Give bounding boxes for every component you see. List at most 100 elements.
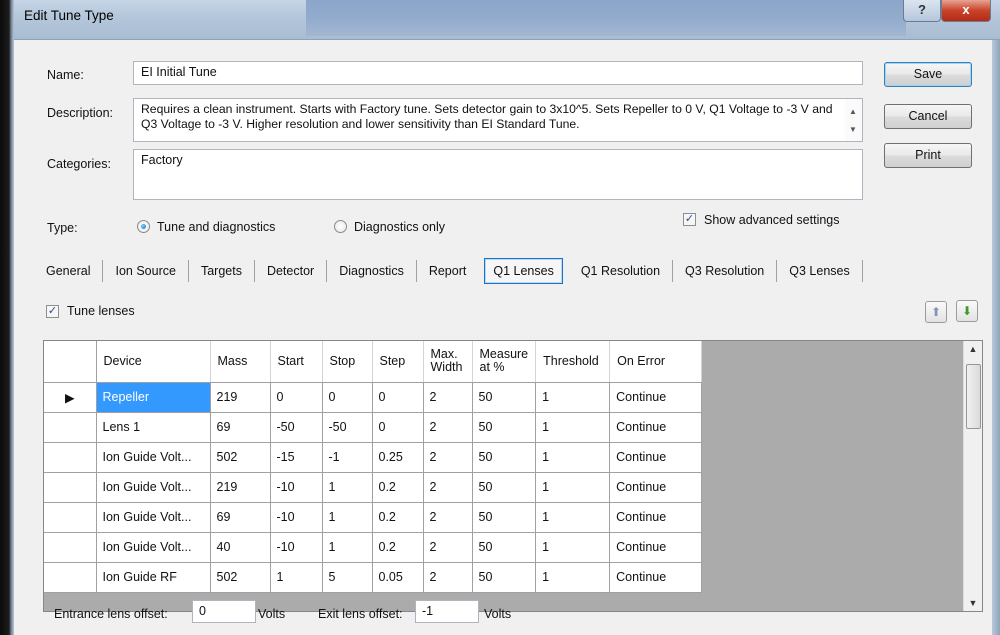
tab-targets[interactable]: Targets [189,260,255,282]
cell-start[interactable]: -10 [270,472,323,503]
cell-max-width[interactable]: 2 [423,562,473,593]
table-row[interactable]: Ion Guide Volt... 502 -15 -1 0.25 2 50 1… [44,442,703,473]
cell-threshold[interactable]: 1 [535,532,611,563]
save-button[interactable]: Save [884,62,972,87]
cell-mass[interactable]: 502 [210,562,271,593]
col-mass[interactable]: Mass [210,341,271,383]
description-scrollbar[interactable]: ▲ ▼ [845,99,862,141]
cell-threshold[interactable]: 1 [535,442,611,473]
tab-q1-resolution[interactable]: Q1 Resolution [569,260,674,282]
table-row[interactable]: Lens 1 69 -50 -50 0 2 50 1 Continue [44,412,703,443]
cell-max-width[interactable]: 2 [423,412,473,443]
cell-on-error[interactable]: Continue [609,562,703,593]
cell-step[interactable]: 0.2 [372,502,424,533]
table-row[interactable]: ▶ Repeller 219 0 0 0 2 50 1 Continue [44,382,703,413]
row-header[interactable] [44,502,97,533]
cell-start[interactable]: -50 [270,412,323,443]
cell-mass[interactable]: 40 [210,532,271,563]
cell-step[interactable]: 0.25 [372,442,424,473]
description-field[interactable]: Requires a clean instrument. Starts with… [133,98,863,142]
cell-measure[interactable]: 50 [472,442,537,473]
row-header[interactable] [44,562,97,593]
cell-stop[interactable]: 0 [322,382,373,413]
row-header[interactable] [44,412,97,443]
radio-diagnostics-only[interactable] [334,220,347,233]
cell-threshold[interactable]: 1 [535,412,611,443]
cell-on-error[interactable]: Continue [609,532,703,563]
cell-threshold[interactable]: 1 [535,562,611,593]
cell-start[interactable]: 0 [270,382,323,413]
cell-mass[interactable]: 502 [210,442,271,473]
cell-max-width[interactable]: 2 [423,502,473,533]
cell-stop[interactable]: -1 [322,442,373,473]
col-threshold[interactable]: Threshold [535,341,611,383]
cell-device[interactable]: Ion Guide RF [96,562,211,593]
cell-max-width[interactable]: 2 [423,472,473,503]
show-advanced-label[interactable]: Show advanced settings [704,213,840,227]
tab-diagnostics[interactable]: Diagnostics [327,260,417,282]
cell-stop[interactable]: 1 [322,472,373,503]
cell-measure[interactable]: 50 [472,472,537,503]
cell-stop[interactable]: 1 [322,502,373,533]
cell-device[interactable]: Ion Guide Volt... [96,532,211,563]
col-max-width[interactable]: Max. Width [423,341,473,383]
cell-on-error[interactable]: Continue [609,412,703,443]
table-row[interactable]: Ion Guide Volt... 69 -10 1 0.2 2 50 1 Co… [44,502,703,533]
scroll-up-icon[interactable]: ▲ [849,104,857,119]
cell-step[interactable]: 0.2 [372,532,424,563]
print-button[interactable]: Print [884,143,972,168]
tab-ion-source[interactable]: Ion Source [103,260,189,282]
col-step[interactable]: Step [372,341,424,383]
cell-threshold[interactable]: 1 [535,382,611,413]
cell-stop[interactable]: 5 [322,562,373,593]
cell-step[interactable]: 0 [372,382,424,413]
col-measure[interactable]: Measure at % [472,341,537,383]
tab-q3-resolution[interactable]: Q3 Resolution [673,260,778,282]
cell-measure[interactable]: 50 [472,412,537,443]
tab-q3-lenses[interactable]: Q3 Lenses [777,260,863,282]
cell-measure[interactable]: 50 [472,532,537,563]
current-row-indicator-icon[interactable]: ▶ [44,382,97,413]
cell-mass[interactable]: 69 [210,502,271,533]
col-stop[interactable]: Stop [322,341,373,383]
table-row[interactable]: Ion Guide Volt... 219 -10 1 0.2 2 50 1 C… [44,472,703,503]
table-row[interactable]: Ion Guide RF 502 1 5 0.05 2 50 1 Continu… [44,562,703,593]
show-advanced-checkbox[interactable]: ✓ [683,213,696,226]
tab-detector[interactable]: Detector [255,260,328,282]
cell-on-error[interactable]: Continue [609,442,703,473]
cell-measure[interactable]: 50 [472,562,537,593]
cell-stop[interactable]: 1 [322,532,373,563]
exit-lens-offset-input[interactable]: -1 [415,600,479,623]
row-header[interactable] [44,532,97,563]
cancel-button[interactable]: Cancel [884,104,972,129]
help-button[interactable]: ? [903,0,941,22]
scroll-down-icon[interactable]: ▼ [849,122,857,137]
scroll-up-icon[interactable]: ▲ [964,344,982,354]
cell-max-width[interactable]: 2 [423,382,473,413]
col-on-error[interactable]: On Error [609,341,703,383]
cell-threshold[interactable]: 1 [535,502,611,533]
cell-device[interactable]: Ion Guide Volt... [96,502,211,533]
radio-diagnostics-only-label[interactable]: Diagnostics only [354,220,445,234]
col-start[interactable]: Start [270,341,323,383]
cell-step[interactable]: 0.05 [372,562,424,593]
cell-device[interactable]: Ion Guide Volt... [96,442,211,473]
table-row[interactable]: Ion Guide Volt... 40 -10 1 0.2 2 50 1 Co… [44,532,703,563]
cell-max-width[interactable]: 2 [423,532,473,563]
cell-step[interactable]: 0 [372,412,424,443]
categories-field[interactable]: Factory [133,149,863,200]
move-up-button[interactable]: ⬆ [925,301,947,323]
cell-start[interactable]: -10 [270,502,323,533]
name-field[interactable]: EI Initial Tune [133,61,863,85]
radio-tune-and-diagnostics-label[interactable]: Tune and diagnostics [157,220,275,234]
lenses-grid[interactable]: Device Mass Start Stop Step Max. Width M… [43,340,983,612]
row-header[interactable] [44,442,97,473]
cell-on-error[interactable]: Continue [609,382,703,413]
tab-q1-lenses[interactable]: Q1 Lenses [484,258,563,284]
scroll-thumb[interactable] [966,364,981,429]
cell-start[interactable]: -15 [270,442,323,473]
close-button[interactable]: x [941,0,991,22]
tab-general[interactable]: General [34,260,104,282]
tune-lenses-checkbox[interactable]: ✓ [46,305,59,318]
cell-threshold[interactable]: 1 [535,472,611,503]
